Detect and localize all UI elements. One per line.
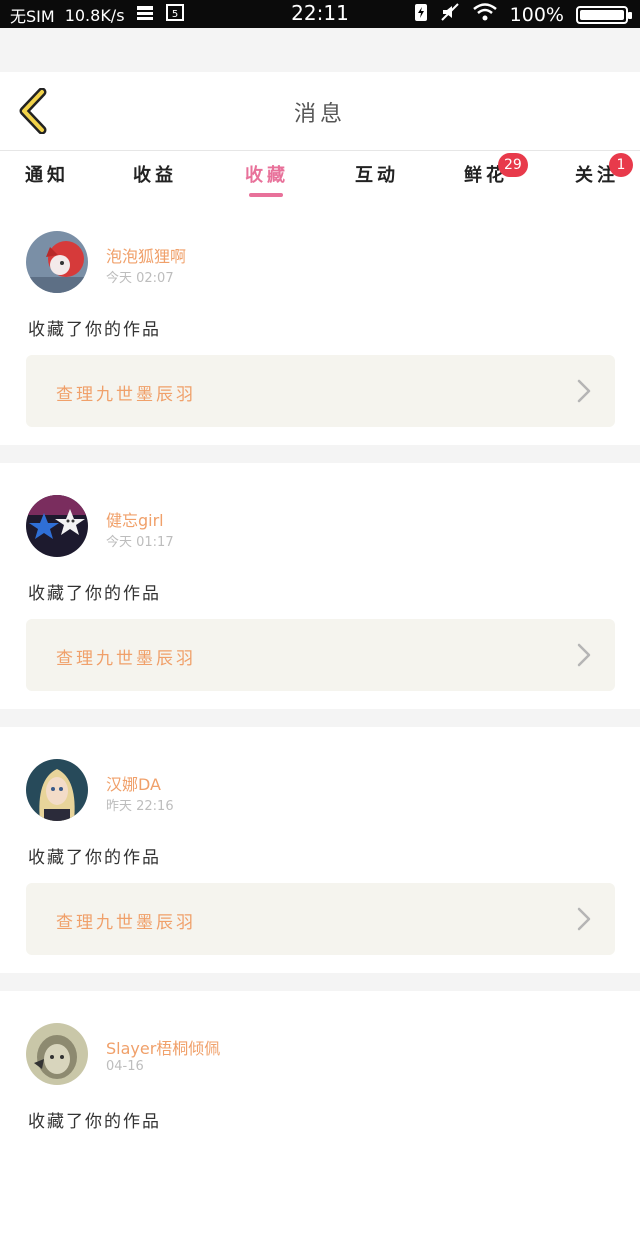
- username[interactable]: 泡泡狐狸啊: [106, 243, 186, 267]
- username[interactable]: 健忘girl: [106, 507, 164, 531]
- tab-interaction[interactable]: 互动: [337, 161, 417, 187]
- username[interactable]: 汉娜DA: [106, 771, 161, 795]
- user-avatar[interactable]: [26, 1023, 88, 1085]
- tab-badge: 1: [609, 153, 633, 177]
- battery-percent: 100%: [509, 3, 564, 26]
- work-link[interactable]: 查理九世墨辰羽: [26, 883, 615, 955]
- message-feed: 泡泡狐狸啊 今天 02:07 收藏了你的作品 查理九世墨辰羽 健忘girl 今天 01:1…: [0, 199, 640, 1237]
- tab-favorites[interactable]: 收藏: [227, 161, 307, 197]
- tab-notify[interactable]: 通知: [7, 161, 87, 187]
- card-separator: [0, 709, 640, 727]
- tab-bar: 通知 收益 收藏 互动 鲜花 29 关注 1: [0, 151, 640, 199]
- user-avatar[interactable]: [26, 495, 88, 557]
- active-tab-indicator: [249, 193, 283, 197]
- card-separator: [0, 973, 640, 991]
- app-header: 消息: [0, 72, 640, 151]
- user-avatar[interactable]: [26, 231, 88, 293]
- mute-icon: [440, 2, 460, 27]
- action-text: 收藏了你的作品: [28, 1112, 161, 1132]
- work-link[interactable]: 查理九世墨辰羽: [26, 619, 615, 691]
- work-link[interactable]: 查理九世墨辰羽: [26, 355, 615, 427]
- status-right: 100%: [414, 2, 632, 27]
- tab-earnings[interactable]: 收益: [115, 161, 195, 187]
- work-title: 查理九世墨辰羽: [56, 913, 196, 933]
- action-text: 收藏了你的作品: [28, 584, 161, 604]
- message-card: 汉娜DA 昨天 22:16 收藏了你的作品查理九世墨辰羽: [0, 727, 640, 973]
- action-text: 收藏了你的作品: [28, 320, 161, 340]
- top-spacer: [0, 28, 640, 72]
- message-time: 今天 01:17: [106, 535, 174, 550]
- battery-icon: [576, 5, 632, 24]
- page-title: 消息: [293, 102, 346, 127]
- tab-label: 通知: [25, 165, 69, 186]
- chevron-right-icon: [577, 907, 591, 931]
- username[interactable]: Slayer梧桐倾佩: [106, 1035, 220, 1059]
- tab-label: 互动: [355, 165, 399, 186]
- message-time: 04-16: [106, 1059, 144, 1074]
- tab-label: 收益: [133, 165, 177, 186]
- message-time: 今天 02:07: [106, 271, 174, 286]
- card-separator: [0, 445, 640, 463]
- tab-flowers[interactable]: 鲜花 29: [446, 153, 528, 187]
- battery-fill: [580, 9, 624, 20]
- message-time: 昨天 22:16: [106, 799, 174, 814]
- tab-follow[interactable]: 关注 1: [557, 153, 637, 187]
- wifi-icon: [472, 2, 498, 27]
- work-title: 查理九世墨辰羽: [56, 385, 196, 405]
- message-card: Slayer梧桐倾佩 04-16 收藏了你的作品: [0, 991, 640, 1237]
- chevron-right-icon: [577, 379, 591, 403]
- message-card: 泡泡狐狸啊今天 02:07 收藏了你的作品查理九世墨辰羽: [0, 199, 640, 445]
- user-avatar[interactable]: [26, 759, 88, 821]
- message-card: 健忘girl 今天 01:17 收藏了你的作品查理九世墨辰羽: [0, 463, 640, 709]
- charging-icon: [414, 2, 428, 27]
- action-text: 收藏了你的作品: [28, 848, 161, 868]
- chevron-right-icon: [577, 643, 591, 667]
- work-title: 查理九世墨辰羽: [56, 649, 196, 669]
- tab-label: 收藏: [245, 165, 289, 186]
- tab-badge: 29: [498, 153, 528, 177]
- status-bar: 无SIM 10.8K/s 5 22:11 100%: [0, 0, 640, 28]
